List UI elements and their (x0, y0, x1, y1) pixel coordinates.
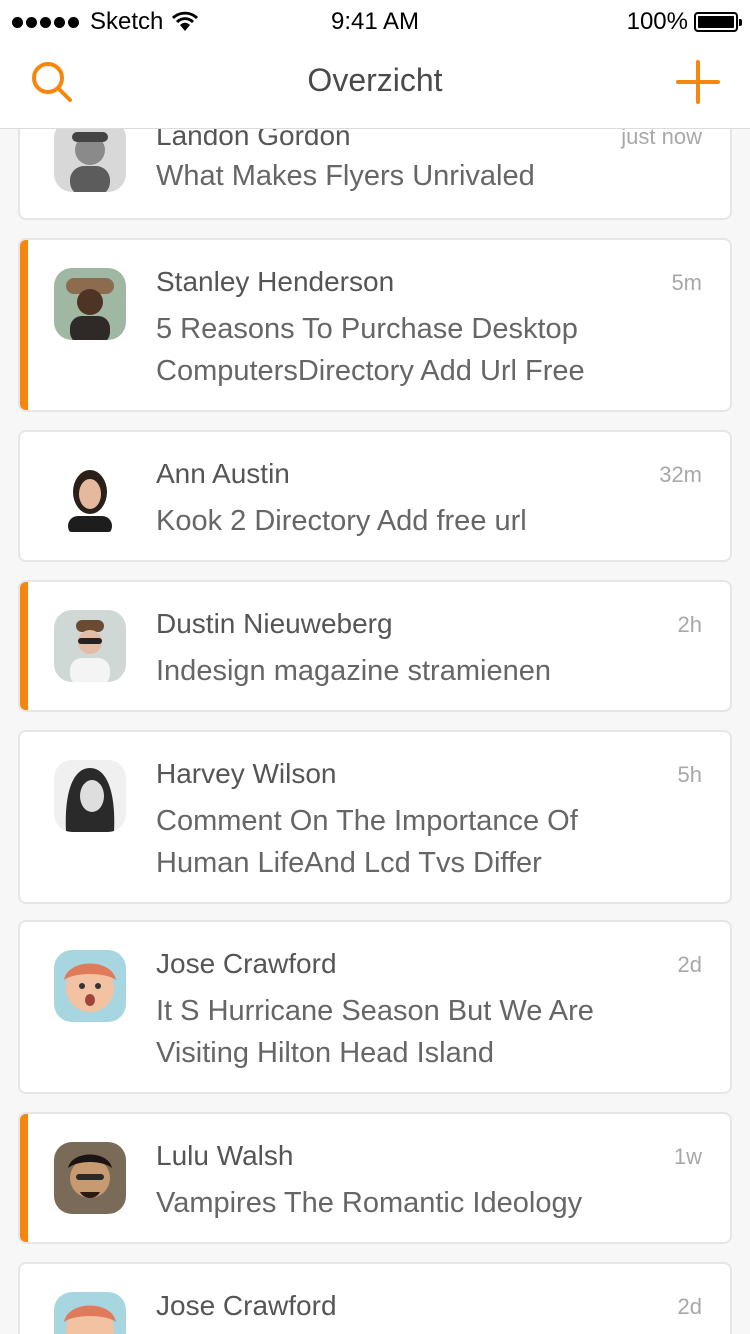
avatar (54, 610, 126, 682)
message-preview: Kook 2 Directory Add free url (156, 505, 527, 537)
message-time: 5m (671, 270, 702, 295)
sender-name: Harvey Wilson (156, 758, 337, 789)
plus-icon (676, 60, 720, 104)
message-time: 2d (677, 952, 702, 977)
message-preview: 5 Reasons To Purchase Desktop ComputersD… (156, 313, 585, 387)
status-right: 100% (626, 8, 742, 36)
battery-percentage: 100% (626, 8, 688, 35)
page-title: Overzicht (307, 62, 443, 98)
navigation-bar: Overzicht (0, 40, 750, 129)
avatar (54, 268, 126, 340)
message-card[interactable]: Jose Crawford 2d It S Hurricane Season B… (18, 920, 732, 1094)
message-card[interactable]: Ann Austin 32m Kook 2 Directory Add free… (18, 430, 732, 562)
message-card-unread[interactable]: Lulu Walsh 1w Vampires The Romantic Ideo… (18, 1112, 732, 1244)
message-list[interactable]: Landon Gordon just now What Makes Flyers… (0, 0, 750, 1334)
sender-name: Dustin Nieuweberg (156, 608, 393, 639)
message-card-unread[interactable]: Dustin Nieuweberg 2h Indesign magazine s… (18, 580, 732, 712)
message-card[interactable]: Harvey Wilson 5h Comment On The Importan… (18, 730, 732, 904)
screen: Landon Gordon just now What Makes Flyers… (0, 0, 750, 1334)
sender-name: Lulu Walsh (156, 1140, 294, 1171)
message-card-unread[interactable]: Stanley Henderson 5m 5 Reasons To Purcha… (18, 238, 732, 412)
message-preview: Indesign magazine stramienen (156, 655, 551, 687)
sender-name: Stanley Henderson (156, 266, 395, 297)
sender-name: Ann Austin (156, 458, 290, 489)
message-card[interactable]: Jose Crawford 2d (18, 1262, 732, 1334)
message-preview: What Makes Flyers Unrivaled (156, 160, 535, 192)
message-time: 2d (677, 1294, 702, 1319)
message-preview: Comment On The Importance Of Human LifeA… (156, 805, 578, 879)
avatar (54, 1292, 126, 1334)
message-preview: Vampires The Romantic Ideology (156, 1187, 583, 1219)
avatar (54, 120, 126, 192)
sender-name: Jose Crawford (156, 948, 337, 979)
status-bar: Sketch 9:41 AM 100% (0, 0, 750, 40)
message-preview: It S Hurricane Season But We Are Visitin… (156, 995, 594, 1069)
message-time: 2h (677, 612, 702, 637)
sender-name: Jose Crawford (156, 1290, 337, 1321)
avatar (54, 950, 126, 1022)
message-time: 32m (659, 462, 702, 487)
add-button[interactable] (676, 60, 720, 104)
message-time: 5h (677, 762, 702, 787)
avatar (54, 1142, 126, 1214)
avatar (54, 760, 126, 832)
avatar (54, 460, 126, 532)
message-time: 1w (673, 1144, 702, 1169)
battery-icon (694, 12, 742, 32)
